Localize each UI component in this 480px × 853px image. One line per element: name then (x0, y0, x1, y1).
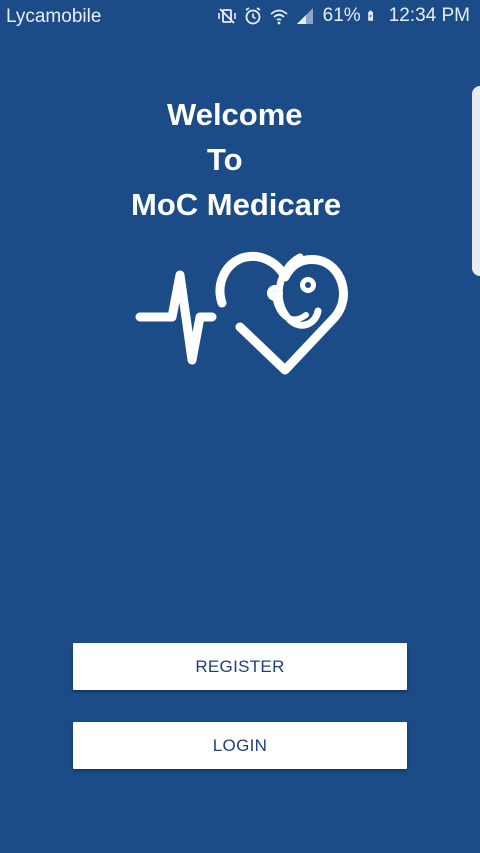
edge-panel-handle[interactable] (472, 86, 480, 276)
welcome-line-2: To (207, 142, 243, 177)
wifi-icon (270, 9, 288, 25)
welcome-line-3: MoC Medicare (131, 187, 342, 222)
battery-percent: 61% (322, 5, 361, 26)
signal-icon (296, 8, 313, 24)
carrier-name: Lycamobile (6, 6, 102, 27)
mute-vibrate-icon (217, 8, 236, 24)
status-bar: Lycamobile 61% 12:34 PM (0, 0, 480, 34)
alarm-icon (245, 7, 261, 25)
welcome-line-1: Welcome (167, 97, 303, 132)
clock-time: 12:34 PM (388, 5, 470, 26)
login-button[interactable]: LOGIN (73, 722, 407, 769)
register-button[interactable]: REGISTER (73, 643, 407, 690)
status-icons: 61% 12:34 PM (217, 5, 470, 27)
heartbeat-stethoscope-heart-logo (135, 251, 348, 375)
battery-charging-icon (367, 10, 373, 21)
